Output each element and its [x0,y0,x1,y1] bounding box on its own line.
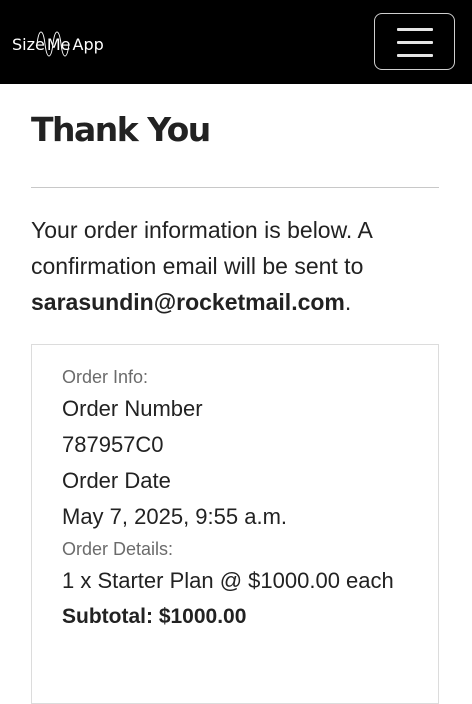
sizemeapp-logo[interactable]: Size Me App [12,24,104,64]
top-navbar: Size Me App [0,0,472,84]
intro-period: . [344,289,352,315]
title-divider [31,187,439,188]
order-number-value: 787957C0 [62,432,164,457]
order-card: Order Info: Order Number 787957C0 Order … [31,344,439,704]
menu-toggle-button[interactable] [374,13,455,70]
order-date-value: May 7, 2025, 9:55 a.m. [62,504,288,529]
intro-text: Your order information is below. A confi… [31,217,372,279]
order-date-label: Order Date [62,468,171,493]
customer-email: sarasundin@rocketmail.com [31,289,345,315]
order-subtotal: Subtotal: $1000.00 [62,605,247,628]
page-title: Thank You [31,110,211,149]
logo-wave-icon [36,31,70,57]
intro-paragraph: Your order information is below. A confi… [31,212,439,320]
order-line-item: 1 x Starter Plan @ $1000.00 each [62,568,394,593]
order-number-label: Order Number [62,396,203,421]
order-details-label: Order Details: [62,539,174,559]
order-info-label: Order Info: [62,367,149,387]
